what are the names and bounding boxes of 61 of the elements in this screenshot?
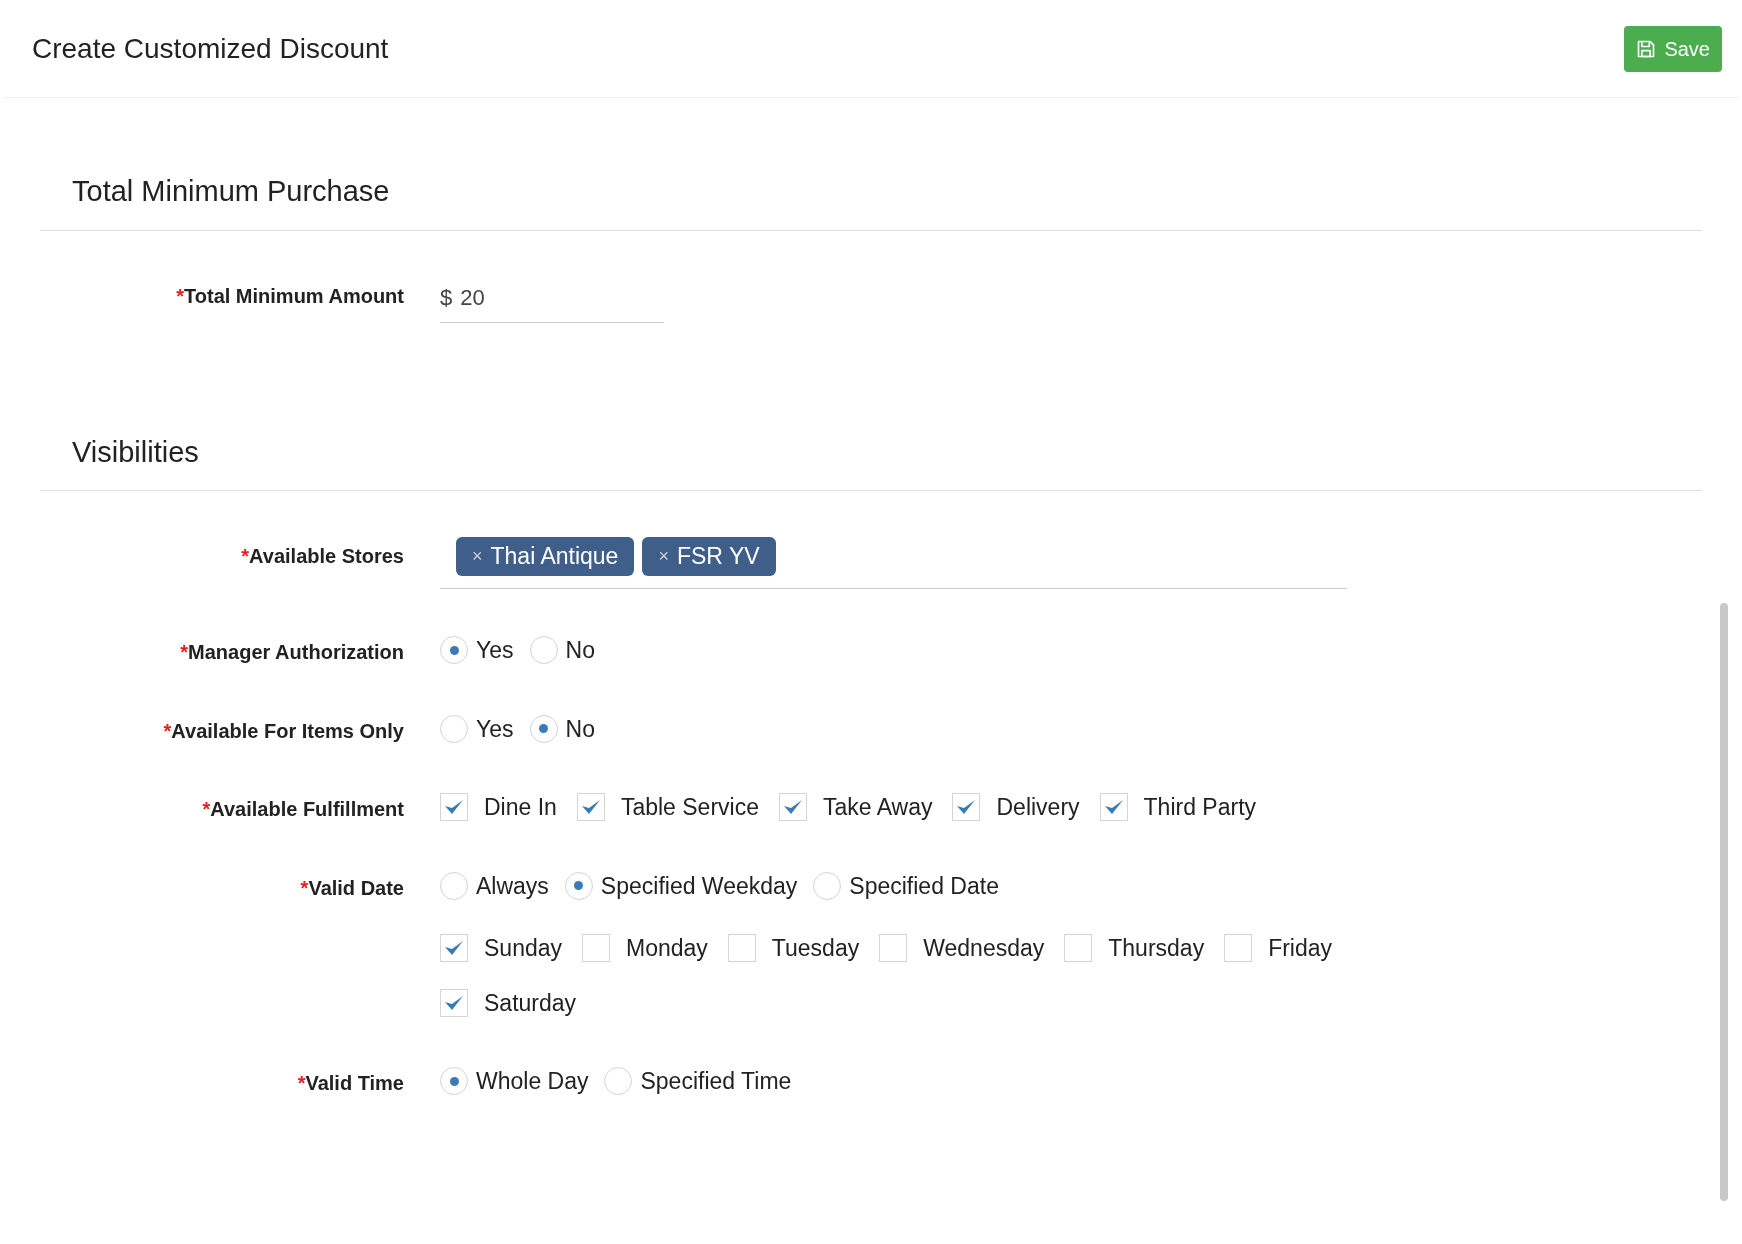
radio-label: No xyxy=(565,714,595,744)
remove-icon[interactable]: × xyxy=(472,543,483,570)
checkbox[interactable] xyxy=(1064,934,1093,963)
amount-input[interactable]: $ 20 xyxy=(440,276,664,323)
section-title: Total Minimum Purchase xyxy=(72,175,390,207)
field-label: *Valid Date xyxy=(300,876,404,899)
checkbox-label: Tuesday xyxy=(771,934,860,963)
radio-label: Always xyxy=(476,871,549,901)
checkbox[interactable] xyxy=(1224,934,1253,963)
radio-button[interactable] xyxy=(529,636,558,665)
store-select[interactable]: × Thai Antique × FSR YV xyxy=(440,537,1347,589)
checkbox[interactable] xyxy=(727,934,756,963)
scrollbar[interactable] xyxy=(1720,603,1728,1201)
field-label: *Valid Time xyxy=(297,1072,404,1094)
field-label: *Available Stores xyxy=(241,545,404,567)
field-label: *Total Minimum Amount xyxy=(176,284,404,307)
radio-button[interactable] xyxy=(440,714,468,743)
checkbox[interactable] xyxy=(440,793,468,822)
checkbox-label: Delivery xyxy=(996,793,1080,822)
store-tag: × Thai Antique xyxy=(456,537,635,576)
checkbox[interactable] xyxy=(879,934,908,963)
checkbox[interactable] xyxy=(576,793,605,822)
page-title: Create Customized Discount xyxy=(32,31,389,66)
checkbox-label: Take Away xyxy=(822,793,933,822)
radio-label: Whole Day xyxy=(476,1067,589,1096)
checkbox-label: Table Service xyxy=(620,793,759,822)
radio-button[interactable] xyxy=(440,871,468,900)
checkbox-label: Dine In xyxy=(484,793,557,822)
remove-icon[interactable]: × xyxy=(658,543,669,570)
radio-button[interactable] xyxy=(529,714,558,743)
radio-label: Yes xyxy=(476,714,514,744)
radio-button[interactable] xyxy=(813,871,842,900)
radio-button[interactable] xyxy=(440,1067,468,1096)
radio-button[interactable] xyxy=(564,871,593,900)
field-label: *Available For Items Only xyxy=(163,719,404,742)
checkbox-label: Third Party xyxy=(1143,793,1257,822)
save-button[interactable]: Save xyxy=(1624,25,1722,72)
checkbox-label: Friday xyxy=(1268,934,1333,963)
checkbox-label: Saturday xyxy=(484,988,577,1018)
checkbox[interactable] xyxy=(1099,793,1128,822)
checkbox-label: Sunday xyxy=(484,934,562,963)
checkbox[interactable] xyxy=(582,934,610,963)
radio-button[interactable] xyxy=(604,1067,633,1096)
checkbox[interactable] xyxy=(440,934,468,963)
checkbox[interactable] xyxy=(778,793,807,822)
store-tag: × FSR YV xyxy=(642,537,776,576)
field-label: *Manager Authorization xyxy=(180,641,404,663)
radio-label: No xyxy=(565,636,595,665)
radio-label: Specified Weekday xyxy=(600,871,798,901)
checkbox-label: Wednesday xyxy=(923,934,1045,963)
section-title: Visibilities xyxy=(72,435,199,468)
save-icon xyxy=(1636,38,1657,59)
field-label: *Available Fulfillment xyxy=(202,798,404,820)
checkbox[interactable] xyxy=(952,793,981,822)
radio-label: Specified Date xyxy=(849,871,999,901)
checkbox-label: Monday xyxy=(626,934,708,963)
radio-button[interactable] xyxy=(440,636,468,665)
checkbox[interactable] xyxy=(440,988,468,1017)
radio-label: Specified Time xyxy=(640,1067,792,1096)
radio-label: Yes xyxy=(476,636,514,665)
checkbox-label: Thursday xyxy=(1108,934,1205,963)
